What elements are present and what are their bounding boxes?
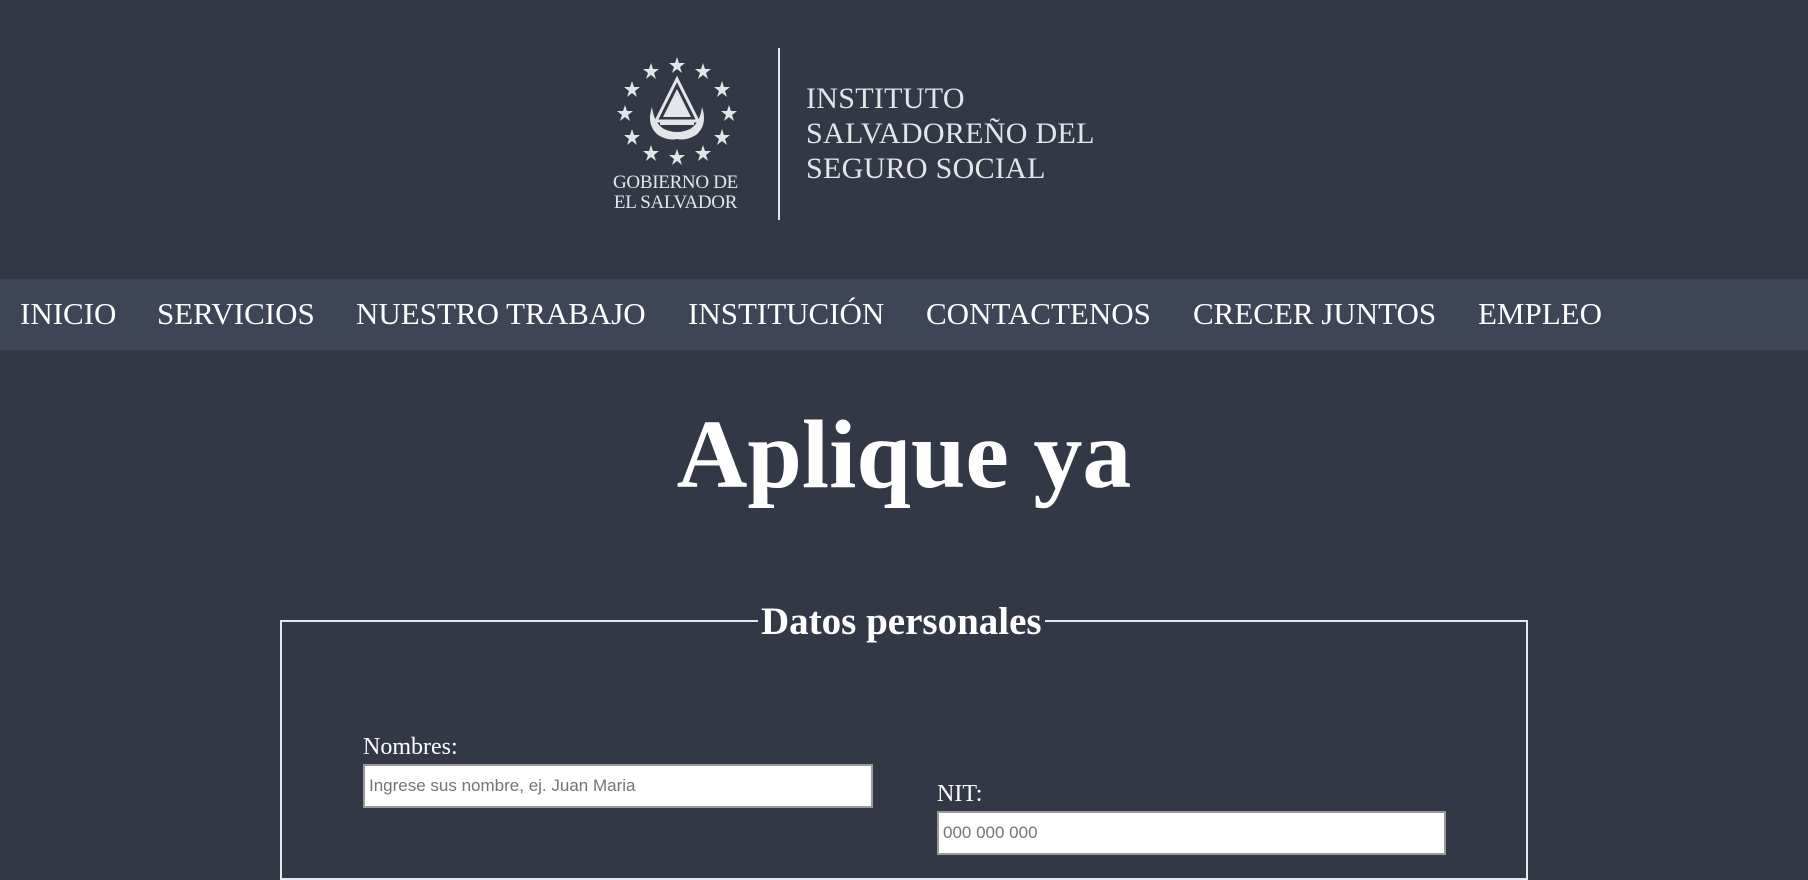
main-navigation: INICIO SERVICIOS NUESTRO TRABAJO INSTITU… <box>0 279 1808 350</box>
el-salvador-coat-of-arms-icon <box>617 57 737 165</box>
page-title: Aplique ya <box>676 401 1132 509</box>
nit-label: NIT: <box>937 781 983 807</box>
institute-name[interactable]: INSTITUTO SALVADOREÑO DEL SEGURO SOCIAL <box>806 81 1095 186</box>
gov-line-2: EL SALVADOR <box>613 192 738 213</box>
government-logo[interactable]: GOBIERNO DE EL SALVADOR <box>597 55 757 225</box>
nav-item-nuestro-trabajo[interactable]: NUESTRO TRABAJO <box>356 296 646 332</box>
nit-input[interactable] <box>937 811 1446 855</box>
gov-line-1: GOBIERNO DE <box>613 172 738 193</box>
nav-item-servicios[interactable]: SERVICIOS <box>157 296 315 332</box>
government-name: GOBIERNO DE EL SALVADOR <box>597 173 754 213</box>
nav-item-inicio[interactable]: INICIO <box>20 296 116 332</box>
fieldset-legend: Datos personales <box>758 600 1045 644</box>
nav-item-contactenos[interactable]: CONTACTENOS <box>926 296 1151 332</box>
logo-divider <box>778 48 780 220</box>
nav-item-crecer-juntos[interactable]: CRECER JUNTOS <box>1193 296 1436 332</box>
nombres-input[interactable] <box>363 764 873 808</box>
site-header: GOBIERNO DE EL SALVADOR INSTITUTO SALVAD… <box>0 0 1808 279</box>
nav-item-institucion[interactable]: INSTITUCIÓN <box>688 296 884 332</box>
nav-item-empleo[interactable]: EMPLEO <box>1478 296 1602 332</box>
nombres-label: Nombres: <box>363 734 458 760</box>
inst-line-2: SALVADOREÑO DEL <box>806 117 1095 150</box>
inst-line-3: SEGURO SOCIAL <box>806 152 1046 185</box>
inst-line-1: INSTITUTO <box>806 82 965 115</box>
